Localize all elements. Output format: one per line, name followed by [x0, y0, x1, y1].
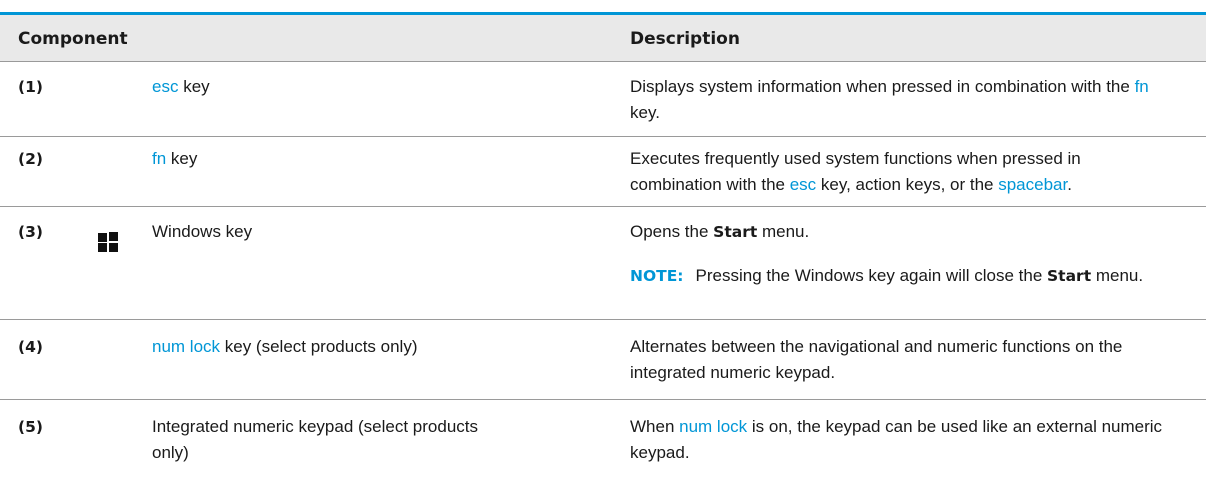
component-name: Windows key [152, 222, 253, 241]
component-description: Executes frequently used system function… [630, 149, 1081, 194]
link-fn[interactable]: fn [1135, 77, 1149, 96]
header-component: Component [18, 29, 128, 49]
link-num-lock[interactable]: num lock [679, 417, 747, 436]
table-row: (2) fn key Executes frequently used syst… [0, 137, 1206, 207]
table-row: (4) num lock key (select products only) … [0, 320, 1206, 400]
windows-logo-icon [98, 232, 118, 252]
row-number: (5) [18, 418, 43, 436]
component-name: fn key [152, 149, 198, 168]
component-description: Opens the Start menu. [630, 222, 810, 241]
row-number: (3) [18, 223, 43, 241]
component-name: num lock key (select products only) [152, 337, 418, 356]
link-esc[interactable]: esc [790, 175, 816, 194]
component-name: Integrated numeric keypad (select produc… [152, 417, 479, 462]
component-description: Alternates between the navigational and … [630, 337, 1123, 382]
link-spacebar[interactable]: spacebar [998, 175, 1067, 194]
component-description: When num lock is on, the keypad can be u… [630, 417, 1163, 462]
header-description: Description [630, 29, 740, 49]
link-esc[interactable]: esc [152, 77, 178, 96]
link-fn[interactable]: fn [152, 149, 166, 168]
note-label: NOTE: [630, 267, 684, 285]
row-number: (4) [18, 338, 43, 356]
table-row: (3) Windows key Opens the Start menu. NO… [0, 207, 1206, 320]
component-name: esc key [152, 77, 210, 96]
table-row: (5) Integrated numeric keypad (select pr… [0, 400, 1206, 486]
note: NOTE: Pressing the Windows key again will… [630, 266, 1144, 285]
link-num-lock[interactable]: num lock [152, 337, 220, 356]
row-number: (2) [18, 150, 43, 168]
row-number: (1) [18, 78, 43, 96]
table-header: Component Description [0, 15, 1206, 62]
table-row: (1) esc key Displays system information … [0, 62, 1206, 137]
component-description: Displays system information when pressed… [630, 77, 1149, 122]
